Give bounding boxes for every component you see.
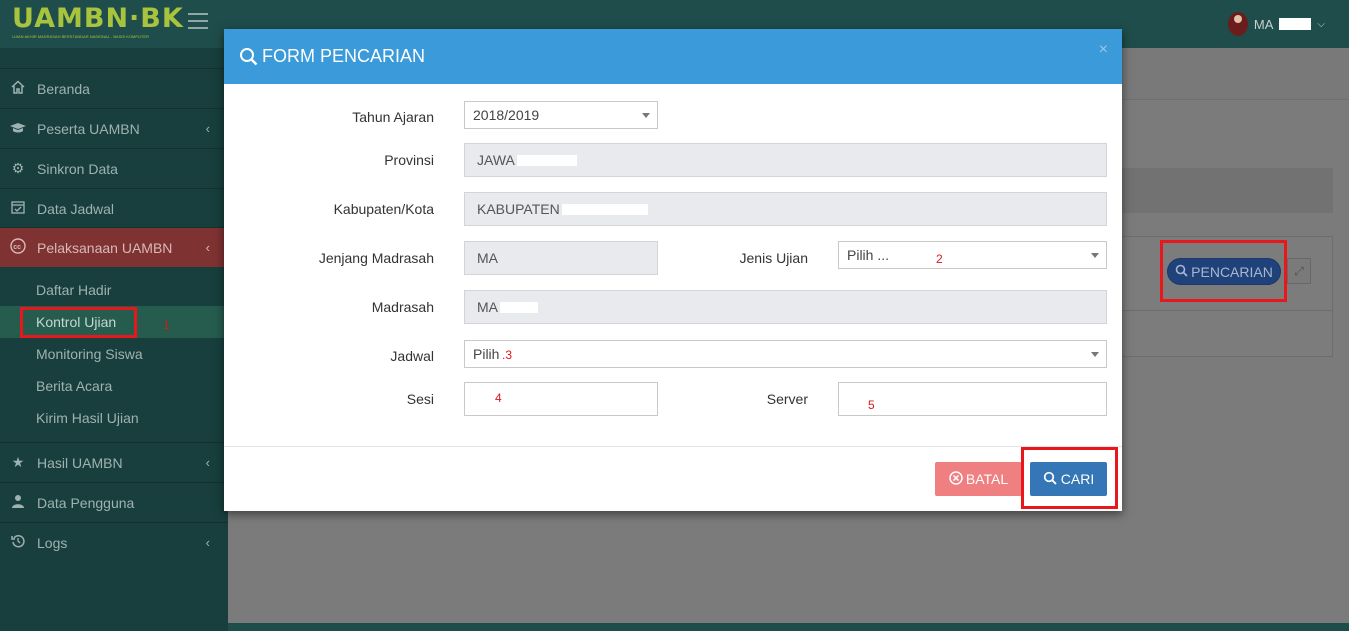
user-menu[interactable]: MA ⌵ — [1227, 12, 1325, 36]
content-info-box — [1110, 168, 1333, 213]
sidebar-subitem-label: Monitoring Siswa — [36, 346, 143, 362]
jenis-ujian-select[interactable]: Pilih ... — [838, 241, 1107, 269]
annotation-box-kontrol-ujian — [20, 307, 137, 338]
svg-text:cc: cc — [13, 244, 21, 251]
app-logo[interactable]: UAMBN·BK UJIAN AKHIR MADRASAH BERSTANDAR… — [12, 4, 184, 40]
chevron-down-icon — [1091, 253, 1099, 258]
cc-icon: cc — [9, 238, 27, 257]
label-jadwal: Jadwal — [390, 348, 434, 364]
madrasah-field[interactable]: MA — [464, 290, 1107, 324]
label-jenjang-madrasah: Jenjang Madrasah — [318, 250, 434, 266]
tahun-ajaran-value: 2018/2019 — [473, 107, 540, 123]
users-icon — [9, 494, 27, 512]
chevron-down-icon: ⌵ — [1317, 18, 1325, 30]
logo-text: UAMBN·BK — [12, 3, 184, 34]
jenjang-madrasah-field[interactable]: MA — [464, 241, 658, 275]
annotation-number-4: 4 — [495, 391, 502, 405]
menu-toggle-icon[interactable] — [188, 13, 208, 29]
modal-title: FORM PENCARIAN — [262, 46, 426, 66]
user-name: MA — [1253, 16, 1274, 32]
sidebar-item-beranda[interactable]: Beranda — [0, 68, 228, 108]
sidebar-item-pelaksanaan[interactable]: cc Pelaksanaan UAMBN ‹ — [0, 227, 228, 267]
jadwal-value: Pilih — [473, 346, 500, 362]
home-icon — [9, 80, 27, 97]
chevron-left-icon: ‹ — [205, 121, 210, 136]
calendar-check-icon — [9, 200, 27, 217]
sidebar-subitem-label: Daftar Hadir — [36, 282, 112, 298]
server-input[interactable] — [838, 382, 1107, 416]
sidebar-item-label: Peserta UAMBN — [37, 120, 140, 137]
redacted-text — [516, 154, 577, 166]
annotation-box-pencarian — [1160, 240, 1287, 302]
sidebar-subitem-berita-acara[interactable]: Berita Acara — [0, 370, 228, 402]
chevron-left-icon: ‹ — [205, 535, 210, 550]
sidebar-item-jadwal[interactable]: Data Jadwal — [0, 188, 228, 228]
chevron-left-icon: ‹ — [205, 455, 210, 470]
sidebar-item-label: Logs — [37, 534, 68, 551]
cancel-circle-icon — [949, 470, 963, 488]
chevron-down-icon — [1091, 352, 1099, 357]
sidebar-item-label: Data Pengguna — [37, 494, 135, 511]
expand-icon[interactable]: ⤢ — [1287, 258, 1311, 284]
star-icon: ★ — [11, 454, 25, 470]
sidebar-item-label: Data Jadwal — [37, 200, 115, 217]
avatar — [1227, 12, 1248, 36]
sidebar-item-peserta[interactable]: Peserta UAMBN ‹ — [0, 108, 228, 148]
sidebar-item-sinkron[interactable]: ⚙ Sinkron Data — [0, 148, 228, 188]
sidebar-subitem-kirim-hasil[interactable]: Kirim Hasil Ujian — [0, 402, 228, 434]
label-tahun-ajaran: Tahun Ajaran — [352, 109, 434, 125]
sidebar-item-label: Pelaksanaan UAMBN — [37, 239, 173, 256]
label-madrasah: Madrasah — [371, 299, 434, 315]
gears-icon: ⚙ — [11, 160, 25, 176]
label-kabupaten: Kabupaten/Kota — [333, 201, 434, 217]
annotation-number-5: 5 — [868, 398, 875, 412]
sidebar-subitem-label: Berita Acara — [36, 378, 113, 394]
chevron-down-icon — [642, 113, 650, 118]
provinsi-value: JAWA — [477, 152, 515, 168]
label-sesi: Sesi — [406, 391, 434, 407]
sidebar-subitem-label: Kirim Hasil Ujian — [36, 410, 139, 426]
logo-subtitle: UJIAN AKHIR MADRASAH BERSTANDAR NASIONAL… — [12, 34, 149, 39]
footer-bar — [228, 623, 1349, 631]
jadwal-select[interactable]: Pilih — [464, 340, 1107, 368]
sesi-input[interactable] — [464, 382, 658, 416]
label-provinsi: Provinsi — [384, 152, 434, 168]
batal-label: BATAL — [965, 471, 1009, 487]
graduation-cap-icon — [9, 121, 27, 137]
sidebar-item-label: Sinkron Data — [37, 160, 118, 177]
sidebar-item-pengguna[interactable]: Data Pengguna — [0, 482, 228, 522]
redacted-text — [561, 203, 648, 215]
madrasah-value: MA — [477, 299, 498, 315]
annotation-number-1: 1 — [163, 318, 170, 332]
redacted-text — [500, 301, 538, 313]
annotation-box-cari — [1021, 447, 1118, 509]
label-jenis-ujian: Jenis Ujian — [739, 250, 808, 266]
sidebar-subitem-daftar-hadir[interactable]: Daftar Hadir — [0, 274, 228, 306]
tahun-ajaran-select[interactable]: 2018/2019 — [464, 101, 658, 129]
modal-header: FORM PENCARIAN × — [224, 29, 1122, 84]
sidebar-item-label: Beranda — [37, 80, 90, 97]
search-icon — [239, 47, 258, 66]
annotation-number-3: .3 — [502, 348, 513, 362]
provinsi-field[interactable]: JAWA — [464, 143, 1107, 177]
redacted-name — [1279, 18, 1312, 30]
sidebar-subitem-monitoring[interactable]: Monitoring Siswa — [0, 338, 228, 370]
jenjang-value: MA — [477, 250, 498, 266]
kabupaten-value: KABUPATEN — [477, 201, 560, 217]
kabupaten-field[interactable]: KABUPATEN — [464, 192, 1107, 226]
chevron-left-icon: ‹ — [205, 240, 210, 255]
search-form-modal: FORM PENCARIAN × Tahun Ajaran 2018/2019 … — [224, 29, 1122, 511]
sidebar-item-hasil[interactable]: ★ Hasil UAMBN ‹ — [0, 442, 228, 482]
annotation-number-2: 2 — [936, 252, 943, 266]
sidebar-item-logs[interactable]: Logs ‹ — [0, 522, 228, 562]
label-server: Server — [766, 391, 808, 407]
close-icon[interactable]: × — [1099, 41, 1108, 59]
jenis-ujian-value: Pilih ... — [847, 247, 890, 263]
sidebar: Beranda Peserta UAMBN ‹ ⚙ Sinkron Data D… — [0, 48, 228, 631]
sidebar-item-label: Hasil UAMBN — [37, 454, 123, 471]
batal-button[interactable]: BATAL — [935, 462, 1022, 496]
history-icon — [9, 534, 27, 551]
